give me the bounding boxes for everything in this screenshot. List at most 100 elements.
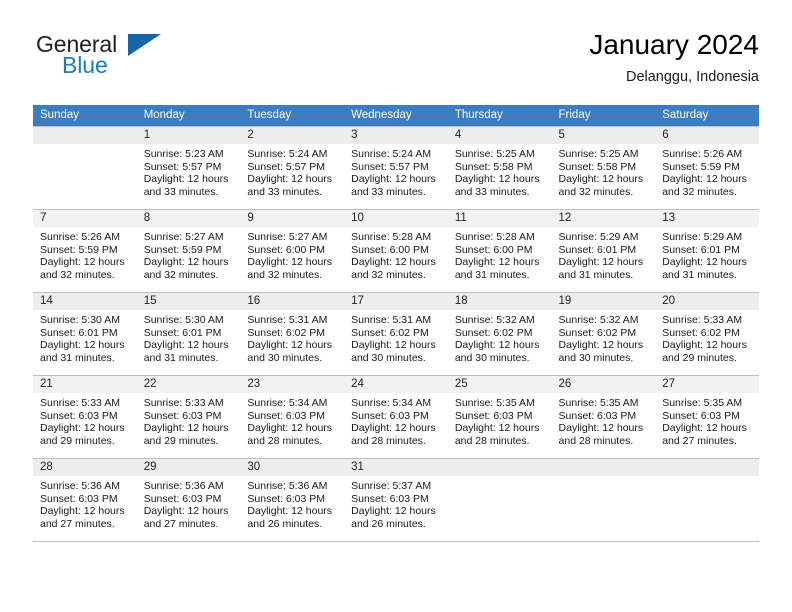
daylight-text-line2: and 28 minutes. bbox=[351, 434, 426, 447]
daylight-text-line1: Daylight: 12 hours bbox=[454, 173, 540, 186]
day-details: Sunrise: 5:36 AM Sunset: 6:03 PM Daylight:… bbox=[137, 476, 241, 530]
calendar-day-cell[interactable]: 1 Sunrise: 5:23 AM Sunset: 5:57 PM Daylight… bbox=[136, 126, 241, 210]
sunset-text: Sunset: 6:03 PM bbox=[351, 492, 429, 505]
day-content: 6 Sunrise: 5:26 AM Sunset: 5:59 PM Daylight… bbox=[655, 127, 759, 209]
daylight-text-line2: and 32 minutes. bbox=[351, 268, 426, 281]
daylight-text-line1: Daylight: 12 hours bbox=[247, 256, 333, 269]
sunset-text: Sunset: 6:03 PM bbox=[247, 492, 326, 505]
calendar-day-cell[interactable]: 27 Sunrise: 5:35 AM Sunset: 6:03 PM Dayligh… bbox=[655, 375, 759, 459]
calendar-week-row: 21 Sunrise: 5:33 AM Sunset: 6:03 PM Dayligh… bbox=[33, 375, 759, 459]
day-number: 10 bbox=[344, 210, 448, 227]
calendar-day-cell[interactable]: 2 Sunrise: 5:24 AM Sunset: 5:57 PM Daylight… bbox=[240, 126, 345, 210]
daylight-text-line2: and 33 minutes. bbox=[143, 185, 219, 198]
daylight-text-line2: and 28 minutes. bbox=[454, 434, 530, 447]
day-number bbox=[551, 459, 656, 476]
day-content: 21 Sunrise: 5:33 AM Sunset: 6:03 PM Dayligh… bbox=[33, 376, 137, 458]
calendar-day-cell[interactable]: 29 Sunrise: 5:36 AM Sunset: 6:03 PM Dayligh… bbox=[136, 458, 241, 542]
day-details: Sunrise: 5:28 AM Sunset: 6:00 PM Daylight:… bbox=[448, 227, 552, 281]
sunrise-text: Sunrise: 5:29 AM bbox=[558, 231, 639, 243]
sunrise-text: Sunrise: 5:31 AM bbox=[351, 314, 432, 326]
calendar-day-cell[interactable]: 31 Sunrise: 5:37 AM Sunset: 6:03 PM Dayligh… bbox=[344, 458, 448, 542]
day-number: 25 bbox=[447, 376, 552, 393]
calendar-day-cell[interactable]: 30 Sunrise: 5:36 AM Sunset: 6:03 PM Dayligh… bbox=[240, 458, 345, 542]
daylight-text-line2: and 33 minutes. bbox=[351, 185, 426, 198]
day-content: 23 Sunrise: 5:34 AM Sunset: 6:03 PM Dayligh… bbox=[240, 376, 345, 458]
calendar-day-cell[interactable]: 28 Sunrise: 5:36 AM Sunset: 6:03 PM Dayligh… bbox=[33, 458, 137, 542]
calendar-day-cell[interactable]: 8 Sunrise: 5:27 AM Sunset: 5:59 PM Daylight… bbox=[136, 209, 241, 293]
weekday-header-friday: Friday bbox=[551, 105, 656, 127]
calendar-day-cell[interactable] bbox=[655, 458, 759, 542]
calendar-day-cell[interactable]: 14 Sunrise: 5:30 AM Sunset: 6:01 PM Dayligh… bbox=[33, 292, 137, 376]
calendar-day-cell[interactable]: 13 Sunrise: 5:29 AM Sunset: 6:01 PM Dayligh… bbox=[655, 209, 759, 293]
calendar-day-cell[interactable] bbox=[551, 458, 656, 542]
calendar-day-cell[interactable]: 16 Sunrise: 5:31 AM Sunset: 6:02 PM Dayligh… bbox=[240, 292, 345, 376]
sunrise-text: Sunrise: 5:37 AM bbox=[351, 480, 432, 492]
day-details: Sunrise: 5:31 AM Sunset: 6:02 PM Daylight:… bbox=[240, 310, 344, 364]
daylight-text-line1: Daylight: 12 hours bbox=[40, 256, 125, 269]
calendar-day-cell[interactable]: 19 Sunrise: 5:32 AM Sunset: 6:02 PM Dayligh… bbox=[551, 292, 656, 376]
daylight-text-line1: Daylight: 12 hours bbox=[558, 339, 644, 352]
daylight-text-line2: and 30 minutes. bbox=[558, 351, 634, 364]
calendar-day-cell[interactable]: 20 Sunrise: 5:33 AM Sunset: 6:02 PM Dayligh… bbox=[655, 292, 759, 376]
title-block: January 2024 Delanggu, Indonesia bbox=[589, 28, 759, 87]
sunrise-text: Sunrise: 5:24 AM bbox=[351, 148, 432, 160]
calendar-day-cell[interactable]: 17 Sunrise: 5:31 AM Sunset: 6:02 PM Dayligh… bbox=[344, 292, 448, 376]
calendar-day-cell[interactable]: 26 Sunrise: 5:35 AM Sunset: 6:03 PM Dayligh… bbox=[551, 375, 656, 459]
calendar-day-cell[interactable]: 25 Sunrise: 5:35 AM Sunset: 6:03 PM Dayligh… bbox=[447, 375, 552, 459]
calendar-day-cell[interactable] bbox=[447, 458, 552, 542]
calendar-day-cell[interactable] bbox=[33, 126, 137, 210]
empty-day bbox=[551, 459, 656, 541]
calendar-day-cell[interactable]: 4 Sunrise: 5:25 AM Sunset: 5:58 PM Daylight… bbox=[447, 126, 552, 210]
daylight-text-line1: Daylight: 12 hours bbox=[351, 173, 436, 186]
sunset-text: Sunset: 6:03 PM bbox=[40, 409, 118, 422]
day-number: 3 bbox=[344, 127, 448, 144]
calendar-day-cell[interactable]: 15 Sunrise: 5:30 AM Sunset: 6:01 PM Dayligh… bbox=[136, 292, 241, 376]
day-details: Sunrise: 5:26 AM Sunset: 5:59 PM Daylight:… bbox=[655, 144, 759, 198]
calendar-day-cell[interactable]: 24 Sunrise: 5:34 AM Sunset: 6:03 PM Dayligh… bbox=[344, 375, 448, 459]
day-details: Sunrise: 5:30 AM Sunset: 6:01 PM Daylight:… bbox=[33, 310, 137, 364]
day-content: 11 Sunrise: 5:28 AM Sunset: 6:00 PM Dayligh… bbox=[447, 210, 552, 292]
calendar-day-cell[interactable]: 10 Sunrise: 5:28 AM Sunset: 6:00 PM Dayligh… bbox=[344, 209, 448, 293]
daylight-text-line1: Daylight: 12 hours bbox=[351, 505, 436, 518]
calendar-day-cell[interactable]: 12 Sunrise: 5:29 AM Sunset: 6:01 PM Dayligh… bbox=[551, 209, 656, 293]
daylight-text-line2: and 27 minutes. bbox=[662, 434, 737, 447]
calendar-day-cell[interactable]: 11 Sunrise: 5:28 AM Sunset: 6:00 PM Dayligh… bbox=[447, 209, 552, 293]
day-details: Sunrise: 5:35 AM Sunset: 6:03 PM Daylight:… bbox=[448, 393, 552, 447]
daylight-text-line1: Daylight: 12 hours bbox=[454, 339, 540, 352]
calendar-day-cell[interactable]: 6 Sunrise: 5:26 AM Sunset: 5:59 PM Daylight… bbox=[655, 126, 759, 210]
sunset-text: Sunset: 5:57 PM bbox=[247, 160, 326, 173]
sunset-text: Sunset: 6:01 PM bbox=[143, 326, 222, 339]
day-details: Sunrise: 5:28 AM Sunset: 6:00 PM Daylight:… bbox=[344, 227, 448, 281]
day-details: Sunrise: 5:30 AM Sunset: 6:01 PM Daylight:… bbox=[137, 310, 241, 364]
daylight-text-line2: and 31 minutes. bbox=[662, 268, 737, 281]
sunset-text: Sunset: 5:59 PM bbox=[40, 243, 118, 256]
general-blue-logo[interactable]: General Blue bbox=[33, 32, 243, 90]
sunrise-text: Sunrise: 5:33 AM bbox=[662, 314, 743, 326]
calendar-day-cell[interactable]: 7 Sunrise: 5:26 AM Sunset: 5:59 PM Daylight… bbox=[33, 209, 137, 293]
day-number: 5 bbox=[551, 127, 656, 144]
daylight-text-line2: and 32 minutes. bbox=[143, 268, 219, 281]
day-number: 15 bbox=[136, 293, 241, 310]
daylight-text-line2: and 27 minutes. bbox=[40, 517, 115, 530]
day-content: 30 Sunrise: 5:36 AM Sunset: 6:03 PM Dayligh… bbox=[240, 459, 345, 541]
calendar-day-cell[interactable]: 22 Sunrise: 5:33 AM Sunset: 6:03 PM Dayligh… bbox=[136, 375, 241, 459]
day-number bbox=[33, 127, 137, 144]
day-number: 24 bbox=[344, 376, 448, 393]
day-details: Sunrise: 5:33 AM Sunset: 6:03 PM Daylight:… bbox=[137, 393, 241, 447]
sunset-text: Sunset: 6:03 PM bbox=[558, 409, 637, 422]
calendar-day-cell[interactable]: 5 Sunrise: 5:25 AM Sunset: 5:58 PM Daylight… bbox=[551, 126, 656, 210]
calendar-day-cell[interactable]: 3 Sunrise: 5:24 AM Sunset: 5:57 PM Daylight… bbox=[344, 126, 448, 210]
calendar-week-row: 1 Sunrise: 5:23 AM Sunset: 5:57 PM Daylight… bbox=[33, 126, 759, 210]
daylight-text-line2: and 30 minutes. bbox=[351, 351, 426, 364]
sunset-text: Sunset: 5:58 PM bbox=[558, 160, 637, 173]
daylight-text-line2: and 26 minutes. bbox=[351, 517, 426, 530]
calendar-day-cell[interactable]: 18 Sunrise: 5:32 AM Sunset: 6:02 PM Dayligh… bbox=[447, 292, 552, 376]
calendar-day-cell[interactable]: 9 Sunrise: 5:27 AM Sunset: 6:00 PM Daylight… bbox=[240, 209, 345, 293]
calendar-day-cell[interactable]: 23 Sunrise: 5:34 AM Sunset: 6:03 PM Dayligh… bbox=[240, 375, 345, 459]
daylight-text-line1: Daylight: 12 hours bbox=[143, 256, 229, 269]
daylight-text-line2: and 32 minutes. bbox=[558, 185, 634, 198]
calendar-day-cell[interactable]: 21 Sunrise: 5:33 AM Sunset: 6:03 PM Dayligh… bbox=[33, 375, 137, 459]
sunrise-text: Sunrise: 5:27 AM bbox=[143, 231, 224, 243]
daylight-text-line1: Daylight: 12 hours bbox=[662, 256, 747, 269]
day-details: Sunrise: 5:31 AM Sunset: 6:02 PM Daylight:… bbox=[344, 310, 448, 364]
